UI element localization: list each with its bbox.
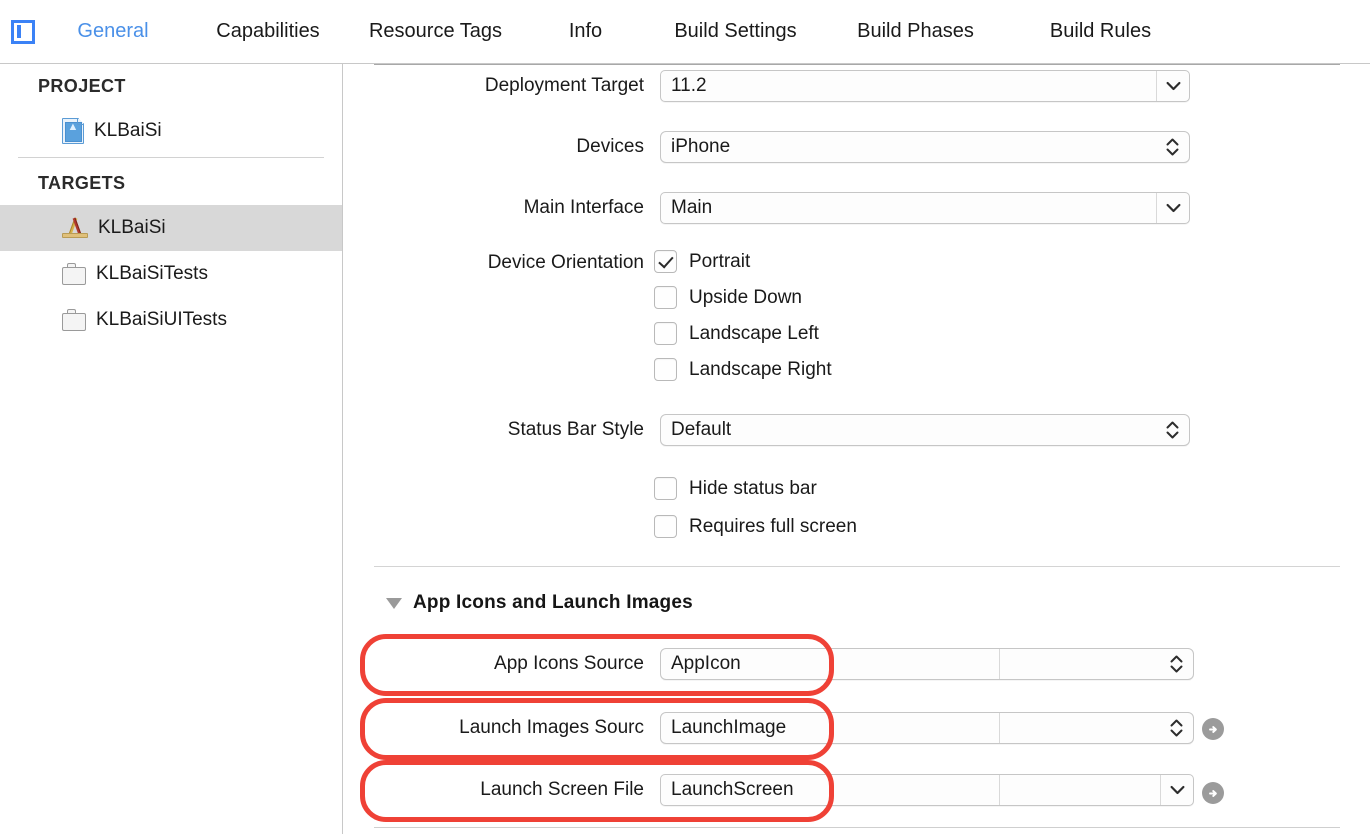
main-interface-combo[interactable]: Main [660, 192, 1190, 224]
checkbox-landscape-left-label: Landscape Left [689, 322, 819, 344]
sidebar-item-project-klbaisi[interactable]: ▲ KLBaiSi [0, 108, 342, 154]
test-bundle-icon [62, 309, 86, 331]
launch-screen-file-combo[interactable]: LaunchScreen [660, 774, 1194, 806]
app-icons-source-popup[interactable]: AppIcon [660, 648, 1194, 680]
devices-popup[interactable]: iPhone [660, 131, 1190, 163]
devices-label: Devices [576, 136, 644, 157]
checkbox-hide-status-bar-box[interactable] [654, 477, 677, 500]
chevron-down-icon[interactable] [1161, 775, 1193, 805]
launch-screen-file-label: Launch Screen File [480, 779, 644, 800]
checkbox-requires-full-screen-label: Requires full screen [689, 515, 857, 537]
main-interface-value: Main [671, 197, 713, 218]
field-status-bar-style: Status Bar Style Default [344, 414, 1190, 446]
field-launch-screen-file: Launch Screen File LaunchScreen [344, 774, 1194, 806]
app-icons-source-value: AppIcon [671, 653, 741, 674]
chevron-down-icon[interactable] [1157, 193, 1189, 223]
sidebar-divider [18, 157, 324, 158]
deployment-target-value: 11.2 [671, 75, 707, 96]
checkbox-hide-status-bar-label: Hide status bar [689, 477, 817, 499]
checkbox-landscape-left[interactable]: Landscape Left [654, 322, 819, 345]
stepper-icon[interactable] [1159, 649, 1193, 679]
tab-build-phases[interactable]: Build Phases [823, 20, 1008, 43]
checkbox-landscape-right-label: Landscape Right [689, 358, 832, 380]
tab-build-rules[interactable]: Build Rules [1008, 20, 1193, 43]
stepper-icon[interactable] [1155, 415, 1189, 445]
checkbox-requires-full-screen-box[interactable] [654, 515, 677, 538]
sidebar-item-label: KLBaiSi [98, 217, 166, 238]
sidebar-item-label: KLBaiSiTests [96, 263, 208, 284]
checkbox-upside-down-label: Upside Down [689, 286, 802, 308]
tab-general[interactable]: General [38, 20, 188, 43]
checkbox-requires-full-screen[interactable]: Requires full screen [654, 515, 857, 538]
triangle-down-icon[interactable] [386, 597, 402, 609]
checkbox-landscape-right[interactable]: Landscape Right [654, 358, 832, 381]
stepper-icon[interactable] [1155, 132, 1189, 162]
launch-screen-file-value: LaunchScreen [671, 779, 794, 800]
main-interface-label: Main Interface [523, 197, 644, 218]
toolbar-tabbar: General Capabilities Resource Tags Info … [0, 0, 1370, 64]
sidebar-item-target-klbaisitests[interactable]: KLBaiSiTests [0, 251, 342, 297]
launch-images-source-label: Launch Images Sourc [459, 717, 644, 738]
checkbox-upside-down-box[interactable] [654, 286, 677, 309]
checkbox-hide-status-bar[interactable]: Hide status bar [654, 477, 817, 500]
sidebar-item-target-klbaisiuitests[interactable]: KLBaiSiUITests [0, 297, 342, 343]
tab-build-settings[interactable]: Build Settings [648, 20, 823, 43]
chevron-down-icon[interactable] [1157, 71, 1189, 101]
app-icons-source-label: App Icons Source [494, 653, 644, 674]
sidebar-section-project: PROJECT [38, 76, 126, 96]
navigator-sidebar: PROJECT ▲ KLBaiSi TARGETS KLBaiSi KLBaiS… [0, 64, 343, 834]
status-bar-style-popup[interactable]: Default [660, 414, 1190, 446]
section-divider [374, 566, 1340, 567]
deployment-target-combo[interactable]: 11.2 [660, 70, 1190, 102]
status-bar-style-value: Default [671, 419, 732, 440]
tab-capabilities[interactable]: Capabilities [188, 20, 348, 43]
device-orientation-label: Device Orientation [487, 252, 644, 273]
tab-resource-tags[interactable]: Resource Tags [348, 20, 523, 43]
sidebar-item-target-klbaisi[interactable]: KLBaiSi [0, 205, 342, 251]
checkbox-landscape-right-box[interactable] [654, 358, 677, 381]
field-devices: Devices iPhone [344, 131, 1190, 163]
sidebar-toggle-icon [11, 19, 35, 44]
sidebar-item-label: KLBaiSi [94, 120, 162, 141]
checkbox-portrait-label: Portrait [689, 250, 751, 272]
sidebar-toggle-button[interactable] [8, 17, 38, 47]
project-document-icon: ▲ [62, 118, 84, 144]
panel-top-divider [374, 64, 1340, 65]
section-title: App Icons and Launch Images [413, 592, 693, 613]
field-launch-images-source: Launch Images Sourc LaunchImage [344, 712, 1194, 744]
checkbox-upside-down[interactable]: Upside Down [654, 286, 802, 309]
app-icons-source-go-button[interactable] [1202, 718, 1224, 740]
devices-value: iPhone [671, 136, 731, 157]
field-deployment-target: Deployment Target 11.2 [344, 70, 1190, 102]
stepper-icon[interactable] [1159, 713, 1193, 743]
field-app-icons-source: App Icons Source AppIcon [344, 648, 1194, 680]
checkbox-landscape-left-box[interactable] [654, 322, 677, 345]
tab-info[interactable]: Info [523, 20, 648, 43]
test-bundle-icon [62, 263, 86, 285]
sidebar-section-targets: TARGETS [38, 173, 126, 193]
checkbox-portrait-box[interactable] [654, 250, 677, 273]
deployment-target-label: Deployment Target [484, 75, 644, 96]
launch-images-source-value: LaunchImage [671, 717, 787, 738]
app-target-icon [62, 216, 88, 240]
status-bar-style-label: Status Bar Style [507, 419, 644, 440]
launch-images-source-go-button[interactable] [1202, 782, 1224, 804]
field-main-interface: Main Interface Main [344, 192, 1190, 224]
sidebar-item-label: KLBaiSiUITests [96, 309, 227, 330]
section-header-app-icons-and-launch-images[interactable]: App Icons and Launch Images [386, 592, 693, 614]
panel-bottom-divider [374, 827, 1340, 828]
launch-images-source-popup[interactable]: LaunchImage [660, 712, 1194, 744]
checkbox-portrait[interactable]: Portrait [654, 250, 750, 273]
general-settings-panel: Deployment Target 11.2 Devices iPhone Ma… [344, 64, 1370, 834]
